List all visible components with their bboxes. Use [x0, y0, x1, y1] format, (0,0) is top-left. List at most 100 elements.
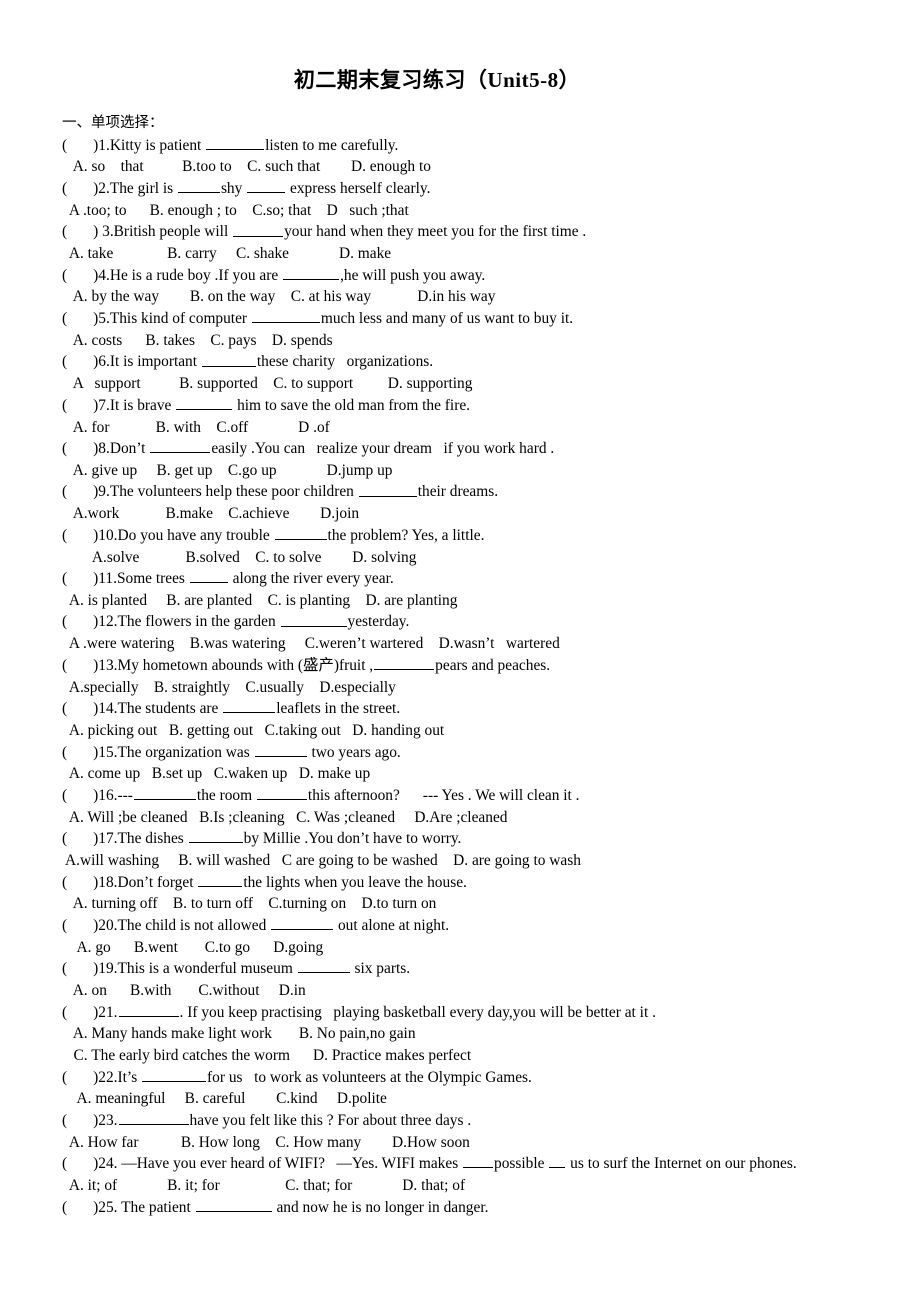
question-line: ()6.It is important these charity organi… [0, 351, 920, 373]
question-line: ()18.Don’t forget the lights when you le… [0, 872, 920, 894]
answer-blank[interactable] [297, 958, 350, 974]
question-stem: six parts. [350, 960, 411, 978]
question-stem: My hometown abounds with (盛产)fruit , [117, 656, 374, 674]
option-line: A. it; of B. it; for C. that; for D. tha… [62, 1176, 466, 1194]
answer-paren-open: ( [62, 440, 68, 458]
question-stem: the lights when you leave the house. [243, 873, 467, 891]
question-number: 25. [98, 1198, 118, 1216]
answer-blank[interactable] [177, 178, 220, 194]
question-line: ()1.Kitty is patient listen to me carefu… [0, 135, 920, 157]
question-stem: British people will [113, 223, 233, 241]
option-line: A. go B.went C.to go D.going [62, 938, 324, 956]
answer-paren-open: ( [62, 743, 68, 761]
answer-blank[interactable] [176, 395, 233, 410]
question-number: 7. [98, 396, 110, 414]
answer-blank[interactable] [374, 655, 435, 670]
question-stem: this afternoon? --- Yes . We will clean … [307, 787, 580, 804]
question-number: 18. [98, 873, 118, 891]
question-line: ()5.This kind of computer much less and … [0, 308, 920, 330]
question-number: 22. [98, 1068, 118, 1086]
answer-blank[interactable] [206, 135, 265, 150]
option-line: C. The early bird catches the worm D. Pr… [62, 1046, 472, 1064]
answer-blank[interactable] [256, 785, 307, 800]
answer-paren-open: ( [62, 353, 68, 371]
question-number: 11. [98, 570, 117, 588]
question-stem: It is brave [109, 396, 176, 414]
answer-blank[interactable] [283, 265, 340, 280]
question-line: ()24. —Have you ever heard of WIFI? —Yes… [0, 1153, 920, 1175]
answer-blank[interactable] [201, 351, 256, 367]
answer-blank[interactable] [251, 308, 320, 324]
option-line: A. is planted B. are planted C. is plant… [62, 591, 458, 609]
question-number: 12. [98, 613, 118, 631]
question-line: ()17.The dishes by Millie .You don’t hav… [0, 828, 920, 850]
answer-blank[interactable] [549, 1153, 566, 1169]
document-page: 初二期末复习练习（Unit5-8） 一、单项选择： ()1.Kitty is p… [0, 0, 920, 1302]
question-line: ()25. The patient and now he is no longe… [0, 1197, 920, 1219]
question-stem: possible [494, 1155, 549, 1173]
answer-blank[interactable] [233, 221, 284, 237]
question-number: 4. [98, 266, 110, 284]
answer-paren-open: ( [62, 266, 68, 284]
answer-paren-open: ( [62, 917, 68, 935]
option-line: A. meaningful B. careful C.kind D.polite [62, 1090, 387, 1108]
answer-blank[interactable] [280, 611, 347, 627]
answer-paren-open: ( [62, 136, 68, 154]
answer-blank[interactable] [133, 785, 196, 800]
question-stem: pears and peaches. [435, 656, 551, 674]
question-stem: The volunteers help these poor children [109, 483, 358, 501]
question-number: 10. [98, 526, 118, 544]
option-line: A support B. supported C. to support D. … [62, 375, 473, 393]
answer-blank[interactable] [223, 698, 276, 714]
question-stem: The flowers in the garden [117, 613, 280, 631]
question-stem: --- [117, 787, 133, 804]
question-line: ()22.It’s for us to work as volunteers a… [0, 1067, 920, 1089]
option-line: A. take B. carry C. shake D. make [62, 245, 392, 263]
question-stem: Kitty is patient [109, 136, 206, 154]
question-stem: have you felt like this ? For about thre… [189, 1112, 472, 1129]
question-line: ()20.The child is not allowed out alone … [0, 915, 920, 937]
answer-blank[interactable] [150, 438, 211, 454]
question-stem: express herself clearly. [286, 180, 431, 198]
question-line: ()13.My hometown abounds with (盛产)fruit … [0, 655, 920, 677]
answer-blank[interactable] [142, 1067, 207, 1082]
question-number: 3. [98, 223, 114, 241]
answer-blank[interactable] [254, 742, 307, 757]
question-number: 2. [98, 180, 110, 198]
answer-blank[interactable] [358, 481, 417, 497]
page-title: 初二期末复习练习（Unit5-8） [293, 68, 581, 92]
answer-paren-open: ( [62, 1112, 68, 1129]
section-heading: 一、单项选择： [62, 115, 164, 132]
question-stem: The dishes [117, 830, 188, 848]
question-stem: The students are [117, 700, 223, 718]
question-number: 24. [98, 1155, 118, 1173]
answer-paren-open: ( [62, 180, 68, 198]
option-line: A. Many hands make light work B. No pain… [62, 1025, 416, 1043]
question-stem: for us to work as volunteers at the Olym… [207, 1068, 532, 1086]
answer-paren-open: ( [62, 1155, 68, 1173]
answer-blank[interactable] [274, 525, 327, 540]
question-stem: easily .You can realize your dream if yo… [211, 440, 555, 458]
answer-blank[interactable] [271, 915, 334, 931]
answer-blank[interactable] [189, 568, 228, 584]
question-stem: He is a rude boy .If you are [109, 266, 283, 284]
answer-blank[interactable] [195, 1197, 272, 1212]
answer-paren-open: ( [62, 873, 68, 891]
option-line: A. give up B. get up C.go up D.jump up [62, 461, 393, 479]
option-line: A. by the way B. on the way C. at his wa… [62, 288, 496, 306]
answer-blank[interactable] [198, 872, 243, 887]
question-line: ()10.Do you have any trouble the problem… [0, 525, 920, 547]
question-line: ()7.It is brave him to save the old man … [0, 395, 920, 417]
answer-blank[interactable] [247, 178, 286, 194]
answer-blank[interactable] [188, 828, 243, 844]
question-number: 13. [98, 656, 118, 674]
question-stem: ,he will push you away. [340, 266, 486, 284]
answer-paren-open: ( [62, 613, 68, 631]
answer-blank[interactable] [463, 1153, 494, 1169]
question-stem: Do you have any trouble [117, 526, 274, 544]
question-number: 16. [98, 787, 118, 804]
answer-blank[interactable] [118, 1002, 179, 1017]
question-line: ()15.The organization was two years ago. [0, 742, 920, 764]
answer-blank[interactable] [118, 1110, 189, 1125]
question-line: ()14.The students are leaflets in the st… [0, 698, 920, 720]
